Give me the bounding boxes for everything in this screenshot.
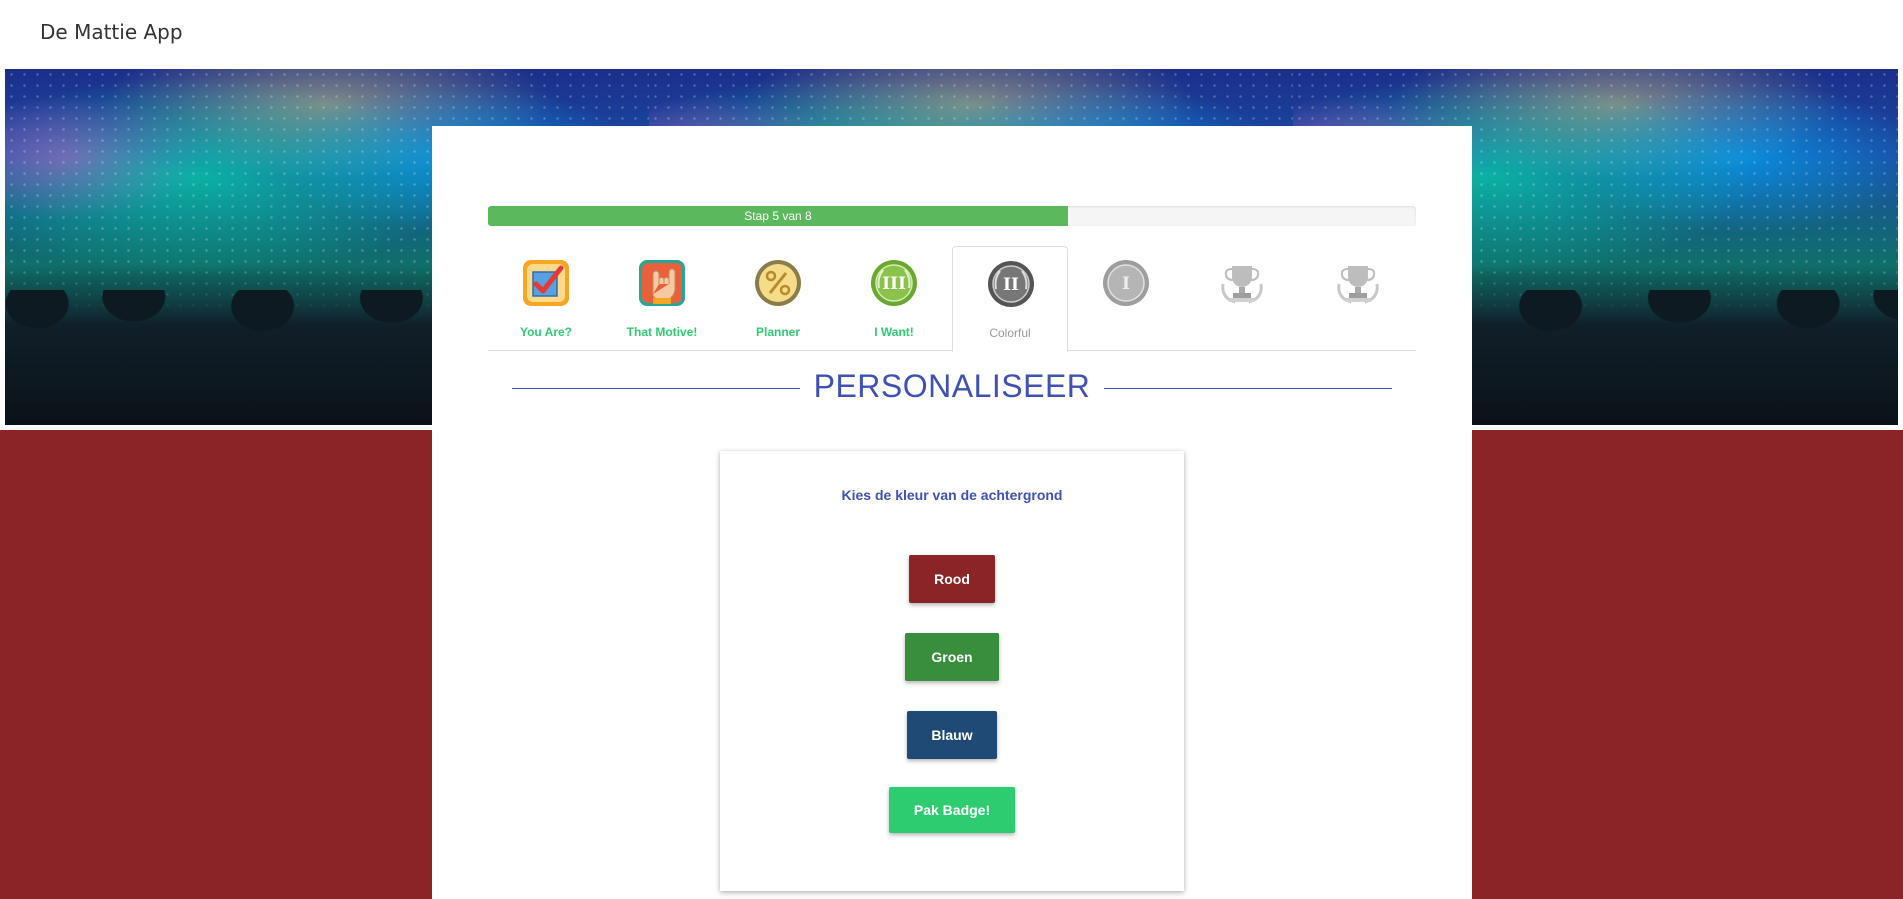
roman-two-medal-icon: II: [988, 261, 1034, 307]
rock-hand-icon: [639, 260, 685, 306]
tab-that-motive[interactable]: That Motive!: [604, 246, 720, 351]
checkbox-icon: [523, 260, 569, 306]
progress-bar: Stap 5 van 8: [488, 206, 1416, 226]
rood-button[interactable]: Rood: [909, 555, 995, 603]
tab-label: That Motive!: [626, 325, 698, 339]
tab-locked-6[interactable]: I: [1068, 246, 1184, 351]
percent-badge-icon: [755, 260, 801, 306]
trophy-icon: [1221, 266, 1263, 304]
color-panel: Kies de kleur van de achtergrond Rood Gr…: [720, 451, 1184, 891]
panel-title: Kies de kleur van de achtergrond: [841, 487, 1063, 503]
svg-text:II: II: [1003, 275, 1019, 295]
progress-fill: Stap 5 van 8: [488, 206, 1068, 226]
svg-text:I: I: [1122, 274, 1130, 294]
app-title: De Mattie App: [40, 20, 183, 44]
groen-button[interactable]: Groen: [905, 633, 999, 681]
tab-label: You Are?: [519, 325, 572, 339]
tab-i-want[interactable]: III I Want!: [836, 246, 952, 351]
tab-label: I Want!: [874, 325, 914, 339]
tab-planner[interactable]: Planner: [720, 246, 836, 351]
trophy-icon: [1337, 266, 1379, 304]
section-heading: PERSONALISEER: [512, 366, 1392, 406]
app-bar: De Mattie App: [0, 0, 1903, 69]
step-tabs: You Are? That Motive! Planner III I Want…: [488, 246, 1416, 352]
tab-colorful[interactable]: II Colorful: [952, 246, 1068, 352]
pak-badge-button[interactable]: Pak Badge!: [889, 787, 1015, 833]
svg-text:III: III: [882, 274, 906, 294]
page-title: PERSONALISEER: [512, 368, 1392, 405]
tab-locked-7[interactable]: [1184, 246, 1300, 351]
tab-you-are[interactable]: You Are?: [488, 246, 604, 351]
tab-label: Planner: [755, 325, 800, 339]
tab-label: Colorful: [989, 326, 1031, 340]
blauw-button[interactable]: Blauw: [907, 711, 997, 759]
roman-three-medal-icon: III: [871, 260, 917, 306]
tab-locked-8[interactable]: [1300, 246, 1416, 351]
main-card: Stap 5 van 8 You Are? That Motive! Plann…: [432, 126, 1472, 899]
roman-one-medal-icon: I: [1103, 260, 1149, 306]
